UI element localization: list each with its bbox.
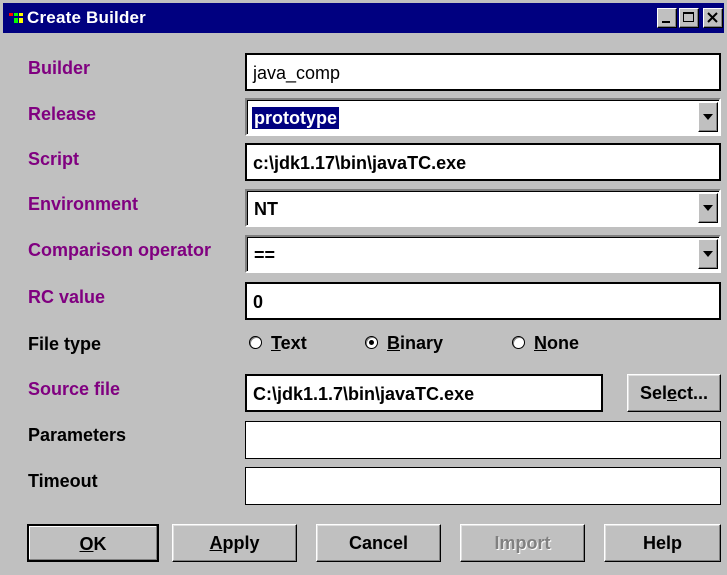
radio-none-mnemonic: N bbox=[534, 333, 547, 353]
source-file-label: Source file bbox=[28, 379, 121, 399]
builder-input[interactable]: java_comp bbox=[245, 53, 721, 91]
parameters-input[interactable] bbox=[245, 421, 721, 459]
environment-dropdown-button[interactable] bbox=[698, 193, 718, 223]
select-button-label-pre: Sel bbox=[639, 383, 667, 403]
radio-none[interactable]: None bbox=[512, 332, 579, 354]
rc-value-value: 0 bbox=[253, 292, 264, 312]
chevron-down-icon bbox=[703, 114, 713, 120]
radio-text-mnemonic: T bbox=[271, 333, 281, 353]
window-title: Create Builder bbox=[27, 8, 147, 27]
comparison-operator-value: == bbox=[254, 245, 276, 265]
select-button-mnemonic: e bbox=[667, 383, 678, 403]
import-button: Import bbox=[460, 524, 585, 562]
select-button[interactable]: Select... bbox=[627, 374, 721, 412]
apply-mnemonic: A bbox=[209, 533, 223, 553]
radio-binary-mnemonic: B bbox=[387, 333, 400, 353]
environment-value: NT bbox=[254, 199, 278, 219]
release-label: Release bbox=[28, 104, 97, 124]
close-icon bbox=[707, 12, 718, 23]
comparison-operator-label: Comparison operator bbox=[28, 240, 212, 260]
maximize-icon bbox=[683, 12, 694, 22]
timeout-input[interactable] bbox=[245, 467, 721, 505]
create-builder-dialog: Create Builder Builder java_comp Release… bbox=[0, 0, 727, 575]
parameters-label: Parameters bbox=[28, 425, 127, 445]
release-dropdown-button[interactable] bbox=[698, 102, 718, 132]
close-button[interactable] bbox=[703, 8, 723, 28]
environment-label: Environment bbox=[28, 194, 139, 214]
script-label: Script bbox=[28, 149, 80, 169]
select-button-label-post: ct... bbox=[677, 383, 709, 403]
comparison-operator-dropdown[interactable]: == bbox=[245, 235, 721, 273]
environment-dropdown[interactable]: NT bbox=[245, 189, 721, 227]
chevron-down-icon bbox=[703, 251, 713, 257]
minimize-button[interactable] bbox=[657, 8, 677, 28]
source-file-input[interactable]: C:\jdk1.1.7\bin\javaTC.exe bbox=[245, 374, 603, 412]
help-button[interactable]: Help bbox=[604, 524, 721, 562]
ok-button[interactable]: OK bbox=[27, 524, 159, 562]
radio-binary[interactable]: Binary bbox=[365, 332, 443, 354]
chevron-down-icon bbox=[703, 205, 713, 211]
rc-value-label: RC value bbox=[28, 287, 106, 307]
script-value: c:\jdk1.17\bin\javaTC.exe bbox=[253, 153, 467, 173]
minimize-icon bbox=[662, 21, 670, 23]
apply-button[interactable]: Apply bbox=[172, 524, 297, 562]
radio-button-icon bbox=[249, 335, 262, 349]
ok-mnemonic: O bbox=[79, 534, 94, 554]
source-file-value: C:\jdk1.1.7\bin\javaTC.exe bbox=[253, 384, 475, 404]
script-input[interactable]: c:\jdk1.17\bin\javaTC.exe bbox=[245, 143, 721, 181]
file-type-label: File type bbox=[28, 334, 102, 354]
release-dropdown[interactable]: prototype bbox=[245, 98, 721, 136]
rc-value-input[interactable]: 0 bbox=[245, 282, 721, 320]
comparison-operator-dropdown-button[interactable] bbox=[698, 239, 718, 269]
apply-label: pply bbox=[222, 533, 260, 553]
timeout-label: Timeout bbox=[28, 471, 98, 491]
radio-binary-label: inary bbox=[400, 333, 444, 353]
builder-value: java_comp bbox=[253, 63, 341, 83]
radio-button-icon bbox=[512, 335, 525, 349]
app-icon bbox=[9, 13, 23, 23]
cancel-button[interactable]: Cancel bbox=[316, 524, 441, 562]
maximize-button[interactable] bbox=[679, 8, 699, 28]
builder-label: Builder bbox=[28, 58, 91, 78]
release-value: prototype bbox=[252, 107, 339, 129]
radio-text[interactable]: Text bbox=[249, 332, 307, 354]
radio-button-selected-icon bbox=[365, 335, 378, 349]
title-bar[interactable]: Create Builder bbox=[3, 3, 724, 33]
ok-label: K bbox=[93, 534, 107, 554]
radio-text-label: ext bbox=[280, 333, 307, 353]
radio-none-label: one bbox=[547, 333, 580, 353]
